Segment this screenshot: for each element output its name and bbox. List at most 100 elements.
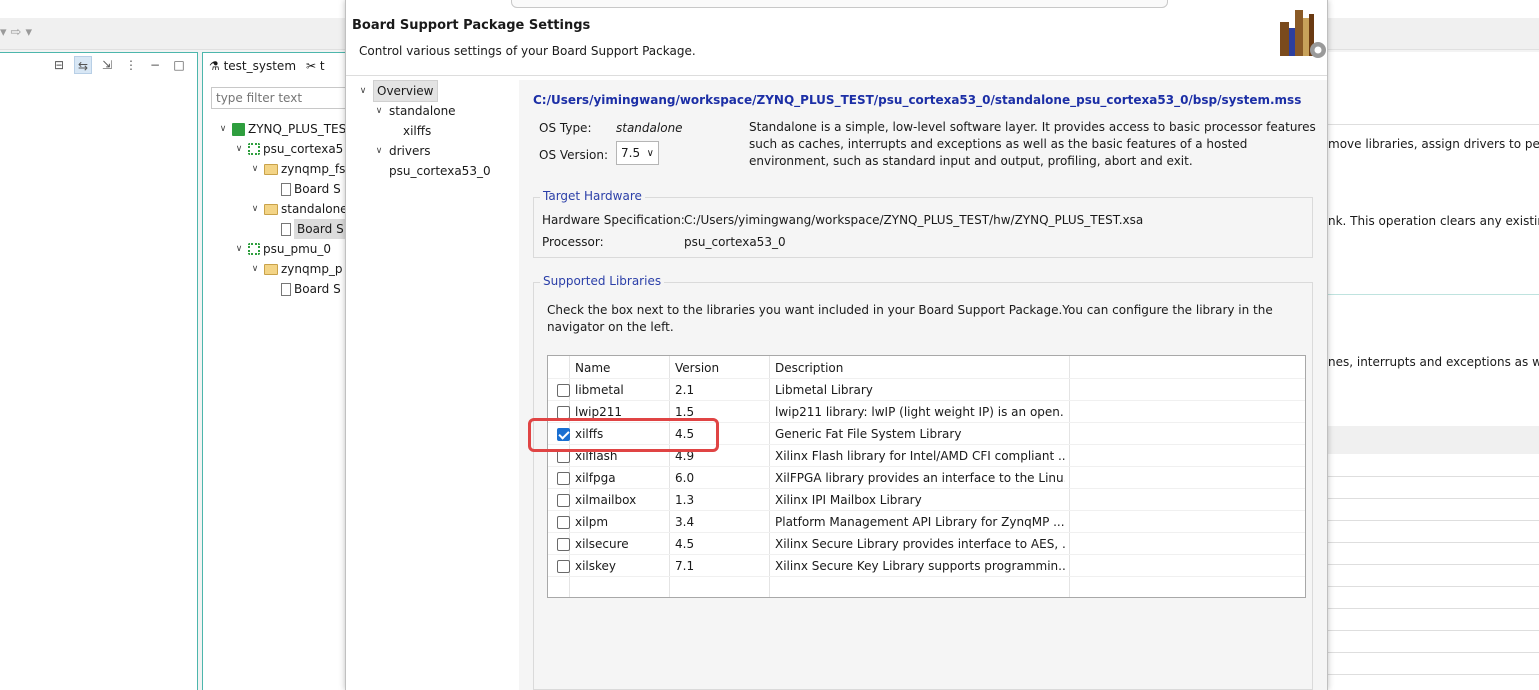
chevron-down-icon[interactable]: ∨ (249, 259, 261, 279)
library-description-cell: Libmetal Library (775, 383, 873, 397)
collapse-all-icon[interactable]: ⊟ (50, 56, 68, 74)
tree-item-system[interactable]: ∨ ZYNQ_PLUS_TES (217, 119, 345, 139)
divider (1328, 564, 1539, 565)
library-checkbox[interactable] (557, 472, 570, 485)
chevron-down-icon[interactable]: ∨ (373, 141, 385, 161)
library-version-cell: 2.1 (675, 383, 695, 397)
nav-item-label: standalone (389, 104, 456, 118)
tree-item-pmu[interactable]: ∨ psu_pmu_0 (233, 239, 331, 259)
nav-item-label: xilffs (403, 124, 432, 138)
editor-text-fragment: nes, interrupts and exceptions as wel (1328, 355, 1539, 369)
chevron-down-icon[interactable]: ∨ (373, 101, 385, 121)
library-row-xilfpga[interactable]: xilfpga 6.0 XilFPGA library provides an in… (548, 466, 1305, 488)
library-version-cell: 6.0 (675, 471, 695, 485)
nav-item-psu-cortexa53[interactable]: psu_cortexa53_0 (389, 161, 491, 181)
library-checkbox[interactable] (557, 494, 570, 507)
tree-item-label: Board S (294, 282, 341, 296)
chevron-down-icon[interactable]: ∨ (249, 199, 261, 219)
divider (1328, 652, 1539, 653)
divider (1328, 608, 1539, 609)
tree-item-board-support-pmu[interactable]: Board S (281, 279, 341, 299)
tab-label: test_system (223, 59, 297, 73)
settings-navigator: ∨ Overview ∨ standalone xilffs ∨ drivers… (351, 80, 518, 690)
libraries-instructions: Check the box next to the libraries you … (547, 303, 1273, 334)
tree-item-zynqmp-pmu[interactable]: ∨ zynqmp_p (249, 259, 343, 279)
processor-icon (248, 143, 260, 155)
nav-item-overview[interactable]: ∨ Overview (357, 80, 438, 102)
library-name-cell: xilfpga (575, 471, 616, 485)
nav-item-drivers[interactable]: ∨ drivers (373, 141, 431, 161)
link-with-editor-icon[interactable]: ⇆ (74, 56, 92, 74)
folder-icon (264, 163, 278, 175)
chevron-down-icon[interactable]: ∨ (217, 119, 229, 139)
library-description-cell: Xilinx Secure Key Library supports progr… (775, 559, 1065, 573)
tree-item-standalone[interactable]: ∨ standalone (249, 199, 345, 219)
tree-item-cortexa53[interactable]: ∨ psu_cortexa5 (233, 139, 344, 159)
document-icon (281, 282, 291, 296)
tree-item-board-support-selected[interactable]: Board S (281, 219, 345, 239)
library-description-cell: Platform Management API Library for Zynq… (775, 515, 1065, 529)
tree-item-zynqmp-fsbl[interactable]: ∨ zynqmp_fs (249, 159, 345, 179)
nav-item-label: drivers (389, 144, 431, 158)
view-menu-icon[interactable]: ⋮ (122, 56, 140, 74)
os-version-value: 7.5 (621, 146, 641, 160)
chevron-down-icon: ∨ (646, 147, 654, 159)
arrow-right-icon[interactable]: ⇨ (11, 25, 22, 40)
library-row-libmetal[interactable]: libmetal 2.1 Libmetal Library (548, 378, 1305, 400)
editor-background: move libraries, assign drivers to peri n… (1328, 52, 1539, 690)
left-view-panel (0, 52, 198, 690)
nav-item-xilffs[interactable]: xilffs (403, 121, 431, 141)
library-description-cell: lwip211 library: lwIP (light weight IP) … (775, 405, 1065, 419)
divider (1328, 630, 1539, 631)
chevron-down-icon[interactable]: ∨ (233, 139, 245, 159)
chevron-down-icon[interactable]: ∨ (233, 239, 245, 259)
target-hardware-title: Target Hardware (540, 189, 645, 203)
library-description-cell: Generic Fat File System Library (775, 427, 962, 441)
library-checkbox[interactable] (557, 538, 570, 551)
divider (1328, 476, 1539, 477)
column-header-name[interactable]: Name (575, 356, 610, 378)
processor-value: psu_cortexa53_0 (684, 235, 786, 249)
hw-spec-value: C:/Users/yimingwang/workspace/ZYNQ_PLUS_… (684, 213, 1144, 227)
library-description-cell: Xilinx Flash library for Intel/AMD CFI c… (775, 449, 1065, 463)
nav-item-label: Overview (373, 80, 438, 102)
tree-item-label: psu_pmu_0 (263, 242, 332, 256)
library-row-xilmailbox[interactable]: xilmailbox 1.3 Xilinx IPI Mailbox Library (548, 488, 1305, 510)
library-checkbox[interactable] (557, 384, 570, 397)
column-header-version[interactable]: Version (675, 356, 719, 378)
tree-item-board-support[interactable]: Board S (281, 179, 341, 199)
explorer-view: ⚗ test_system ✂ t ∨ ZYNQ_PLUS_TES ∨ psu_… (202, 52, 345, 690)
library-name-cell: xilmailbox (575, 493, 637, 507)
library-description-cell: Xilinx IPI Mailbox Library (775, 493, 922, 507)
folder-icon (264, 263, 278, 275)
tab-test-system[interactable]: ⚗ test_system (209, 59, 296, 73)
folder-icon (264, 203, 278, 215)
nav-item-standalone[interactable]: ∨ standalone (373, 101, 456, 121)
dropdown-icon[interactable]: ▾ (0, 25, 7, 40)
filter-input[interactable] (211, 87, 345, 109)
dialog-header: Board Support Package Settings Control v… (346, 0, 1327, 76)
dialog-title: Board Support Package Settings (352, 18, 591, 33)
tab-second[interactable]: ✂ t (306, 59, 325, 73)
library-name-cell: xilskey (575, 559, 617, 573)
library-row-xilsecure[interactable]: xilsecure 4.5 Xilinx Secure Library provid… (548, 532, 1305, 554)
dropdown-icon[interactable]: ▾ (25, 25, 32, 40)
library-description-cell: Xilinx Secure Library provides interface… (775, 537, 1065, 551)
library-checkbox[interactable] (557, 560, 570, 573)
library-checkbox[interactable] (557, 516, 570, 529)
library-row-xilpm[interactable]: xilpm 3.4 Platform Management API Library … (548, 510, 1305, 532)
minimize-icon[interactable]: − (146, 56, 164, 74)
import-icon[interactable]: ⇲ (98, 56, 116, 74)
divider (1328, 294, 1539, 295)
library-version-cell: 1.3 (675, 493, 695, 507)
maximize-icon[interactable]: □ (170, 56, 188, 74)
library-row-xilskey[interactable]: xilskey 7.1 Xilinx Secure Key Library supp… (548, 554, 1305, 576)
nav-arrows: ▾ ⇨ ▾ (0, 25, 32, 40)
library-version-cell: 4.5 (675, 537, 695, 551)
library-name-cell: xilpm (575, 515, 609, 529)
chevron-down-icon[interactable]: ∨ (357, 81, 369, 101)
chevron-down-icon[interactable]: ∨ (249, 159, 261, 179)
column-header-description[interactable]: Description (775, 356, 843, 378)
bsp-settings-dialog: Board Support Package Settings Control v… (345, 0, 1328, 690)
os-version-select[interactable]: 7.5 ∨ (616, 141, 659, 165)
